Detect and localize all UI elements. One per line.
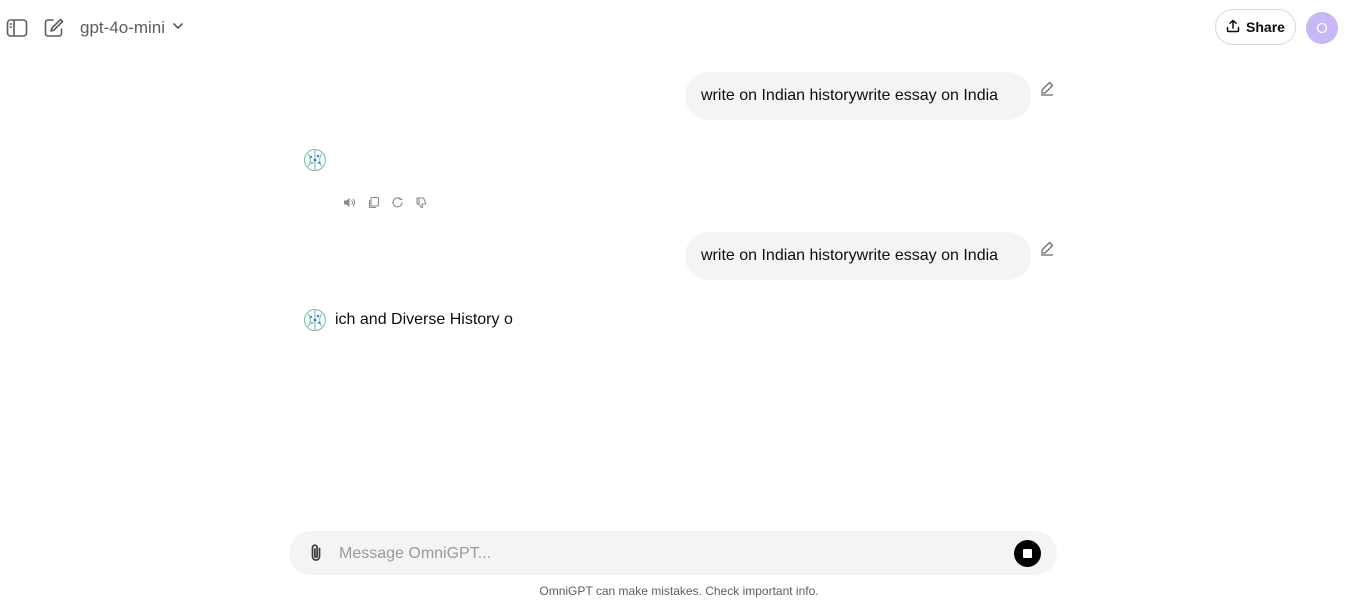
model-selector[interactable]: gpt-4o-mini bbox=[80, 16, 185, 40]
new-chat-icon[interactable] bbox=[40, 14, 68, 42]
pencil-icon[interactable] bbox=[1039, 240, 1057, 258]
disclaimer-text: OmniGPT can make mistakes. Check importa… bbox=[539, 584, 819, 598]
stop-button[interactable] bbox=[1014, 540, 1041, 567]
sidebar-toggle-icon[interactable] bbox=[3, 14, 31, 42]
stop-icon bbox=[1023, 549, 1032, 558]
paperclip-icon[interactable] bbox=[305, 542, 327, 564]
share-button[interactable]: Share bbox=[1215, 9, 1296, 45]
thumbs-down-icon[interactable] bbox=[414, 195, 428, 209]
chevron-down-icon bbox=[171, 18, 185, 38]
refresh-icon[interactable] bbox=[390, 195, 404, 209]
message-actions bbox=[342, 195, 428, 209]
copy-icon[interactable] bbox=[366, 195, 380, 209]
message-input[interactable] bbox=[337, 531, 1001, 577]
share-label: Share bbox=[1246, 19, 1285, 35]
message-composer bbox=[289, 531, 1057, 577]
pencil-icon[interactable] bbox=[1039, 80, 1057, 98]
user-message: write on Indian historywrite essay on In… bbox=[685, 72, 1031, 120]
share-upload-icon bbox=[1226, 19, 1240, 36]
user-message: write on Indian historywrite essay on In… bbox=[685, 232, 1031, 280]
user-message-text: write on Indian historywrite essay on In… bbox=[701, 247, 999, 264]
top-bar: gpt-4o-mini Share O bbox=[0, 0, 1358, 56]
speaker-icon[interactable] bbox=[342, 195, 356, 209]
user-message-text: write on Indian historywrite essay on In… bbox=[701, 87, 999, 104]
assistant-logo-icon bbox=[303, 148, 327, 172]
assistant-logo-icon bbox=[303, 308, 327, 332]
assistant-message-text: ich and Diverse History o bbox=[335, 311, 513, 328]
model-name: gpt-4o-mini bbox=[80, 18, 166, 37]
avatar[interactable]: O bbox=[1306, 12, 1338, 44]
